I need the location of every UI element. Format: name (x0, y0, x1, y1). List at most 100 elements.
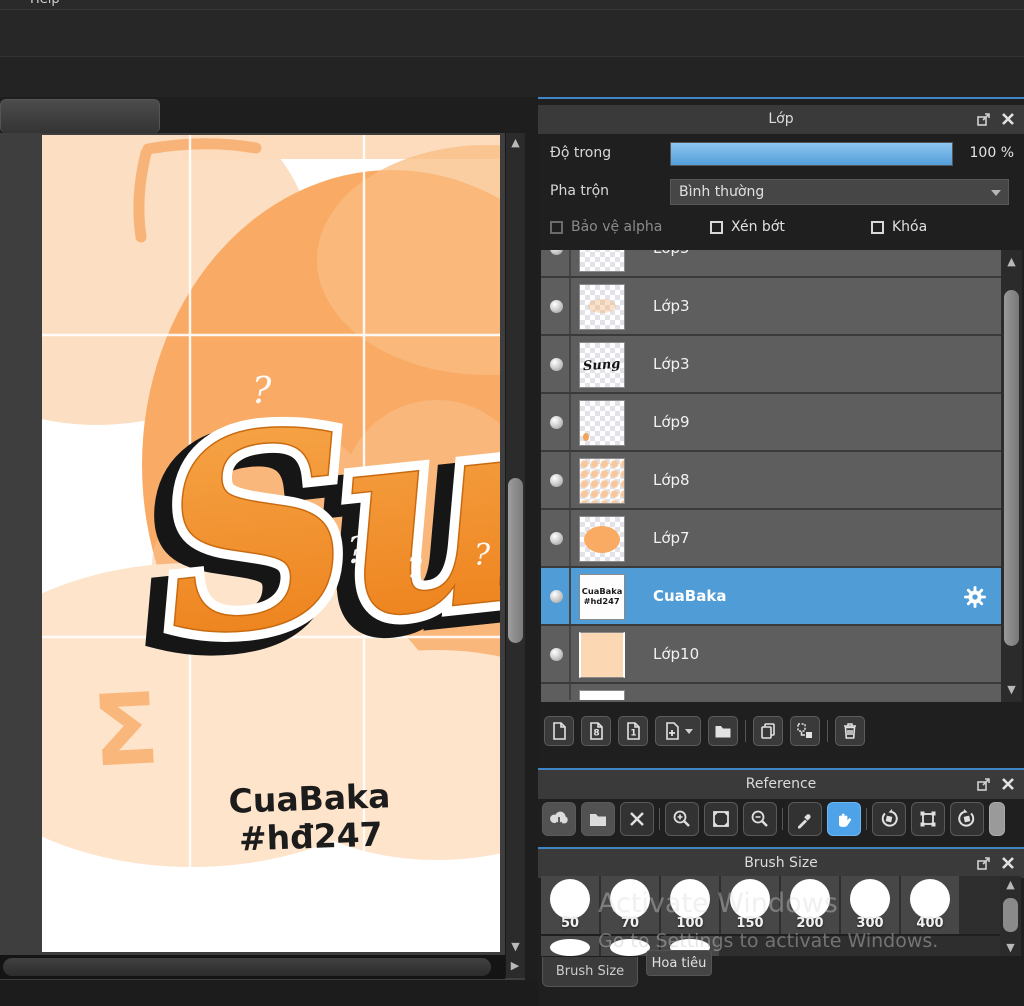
brush-size-option[interactable]: 50 (541, 876, 599, 934)
new-folder-button[interactable] (708, 716, 738, 746)
canvas-vertical-scrollbar[interactable]: ▲ ▼ (505, 133, 525, 978)
tab-brush-size[interactable]: Brush Size (542, 957, 638, 987)
toolbar-separator (827, 720, 828, 742)
add-layer-menu-button[interactable] (655, 716, 701, 746)
brush-size-option[interactable] (541, 936, 599, 956)
rotate-cw-button[interactable] (950, 802, 984, 836)
layer-row[interactable]: Lớp10 (541, 626, 1001, 684)
canvas-document-tab[interactable] (0, 99, 160, 133)
new-layer-button[interactable] (544, 716, 574, 746)
rotate-ccw-button[interactable] (872, 802, 906, 836)
brush-size-option[interactable]: 300 (841, 876, 899, 934)
layer-visibility-toggle[interactable] (541, 394, 571, 450)
blend-row: Pha trộn Bình thường (538, 179, 1024, 205)
close-icon[interactable] (1000, 855, 1016, 871)
layer-name: Lớp9 (653, 413, 690, 431)
scroll-up-arrow-icon[interactable]: ▲ (506, 137, 525, 148)
opacity-slider[interactable] (670, 142, 953, 166)
visibility-dot-icon (550, 300, 563, 313)
delete-layer-button[interactable] (835, 716, 865, 746)
canvas-horizontal-scrollbar[interactable] (0, 955, 505, 979)
layer-visibility-toggle[interactable] (541, 452, 571, 508)
artwork: Σ Sun Sun Sun ?? ?? CuaBaka #hđ247 (42, 135, 500, 952)
canvas-page[interactable]: Σ Sun Sun Sun ?? ?? CuaBaka #hđ247 (42, 135, 500, 952)
open-folder-button[interactable] (581, 802, 615, 836)
horizontal-scroll-thumb[interactable] (3, 958, 491, 976)
layer-list-scrollbar[interactable]: ▲ ▼ (1001, 250, 1022, 702)
toolbar-strip-2 (0, 56, 1024, 97)
protect-alpha-checkbox[interactable]: Bảo vệ alpha (550, 219, 662, 235)
layer-thumbnail (579, 516, 625, 562)
close-icon[interactable] (1000, 111, 1016, 127)
clipping-checkbox[interactable]: Xén bớt (710, 219, 785, 235)
blend-mode-select[interactable]: Bình thường (670, 179, 1009, 205)
tab-hoa-tieu[interactable]: Hoa tiêu (646, 950, 712, 976)
brush-scroll-thumb[interactable] (1003, 898, 1018, 932)
checkbox-icon (871, 220, 884, 234)
duplicate-layer-button[interactable] (753, 716, 783, 746)
scroll-down-arrow-icon[interactable]: ▼ (1001, 684, 1022, 695)
import-image-button[interactable] (542, 802, 576, 836)
brush-panel-title: Brush Size (744, 855, 818, 871)
layer-thumbnail (579, 632, 625, 678)
popout-icon[interactable] (976, 855, 992, 871)
visibility-dot-icon (550, 590, 563, 603)
layer-row[interactable]: Lớp7 (541, 510, 1001, 568)
svg-text:?: ? (347, 531, 367, 572)
visibility-dot-icon (550, 250, 563, 255)
menu-item-help[interactable]: Help (30, 0, 60, 7)
popout-icon[interactable] (976, 776, 992, 792)
layer-row[interactable]: Sung Lớp3 (541, 336, 1001, 394)
opacity-value: 100 % (969, 145, 1014, 161)
scroll-up-arrow-icon[interactable]: ▲ (1000, 879, 1021, 890)
reference-extra-button[interactable] (989, 802, 1005, 836)
layer-visibility-toggle[interactable] (541, 510, 571, 566)
layer-row[interactable]: Lớp3 (541, 278, 1001, 336)
zoom-in-button[interactable] (665, 802, 699, 836)
layer-visibility-toggle[interactable] (541, 278, 571, 334)
layer-row-selected[interactable]: CuaBaka #hd247 CuaBaka (541, 568, 1001, 626)
clear-reference-button[interactable] (620, 802, 654, 836)
eyedropper-button[interactable] (788, 802, 822, 836)
checkbox-icon (710, 220, 723, 234)
scroll-down-arrow-icon[interactable]: ▼ (1000, 942, 1021, 953)
layer-row[interactable] (541, 684, 1001, 700)
scroll-up-arrow-icon[interactable]: ▲ (1001, 256, 1022, 267)
reference-panel-title: Reference (745, 776, 817, 792)
new-1bit-layer-button[interactable]: 1 (618, 716, 648, 746)
hand-tool-button[interactable] (827, 802, 861, 836)
layer-row[interactable]: Lớp5 (541, 250, 1001, 278)
layer-thumbnail (579, 690, 625, 700)
layer-visibility-toggle[interactable] (541, 250, 571, 276)
layers-panel-titlebar: Lớp (538, 105, 1024, 134)
toolbar-strip (0, 9, 1024, 56)
brush-panel-scrollbar[interactable]: ▲ ▼ (1000, 876, 1021, 956)
thumbnail-text: Sung (582, 356, 622, 374)
popout-icon[interactable] (976, 111, 992, 127)
vertical-scroll-thumb[interactable] (508, 478, 523, 643)
layer-visibility-toggle[interactable] (541, 684, 571, 700)
scroll-right-arrow-icon[interactable]: ▶ (507, 960, 523, 976)
close-icon[interactable] (1000, 776, 1016, 792)
svg-text:1: 1 (630, 729, 636, 739)
canvas-signature: CuaBaka #hđ247 (228, 776, 391, 858)
new-8bit-layer-button[interactable]: 8 (581, 716, 611, 746)
lock-checkbox[interactable]: Khóa (871, 219, 927, 235)
toolbar-separator (782, 808, 783, 830)
reset-view-button[interactable] (911, 802, 945, 836)
layer-visibility-toggle[interactable] (541, 568, 571, 624)
layer-visibility-toggle[interactable] (541, 336, 571, 392)
brush-size-option[interactable]: 400 (901, 876, 959, 934)
layer-name: Lớp10 (653, 645, 700, 663)
layer-visibility-toggle[interactable] (541, 626, 571, 682)
zoom-out-button[interactable] (743, 802, 777, 836)
thumbnail-text: CuaBaka (581, 587, 623, 597)
layer-scroll-thumb[interactable] (1004, 290, 1019, 646)
layer-thumbnail: Sung (579, 342, 625, 388)
scroll-down-arrow-icon[interactable]: ▼ (506, 941, 525, 952)
fit-view-button[interactable] (704, 802, 738, 836)
layer-row[interactable]: Lớp8 (541, 452, 1001, 510)
layer-row[interactable]: Lớp9 (541, 394, 1001, 452)
layer-settings-gear-icon[interactable] (963, 585, 987, 609)
merge-layer-button[interactable] (790, 716, 820, 746)
